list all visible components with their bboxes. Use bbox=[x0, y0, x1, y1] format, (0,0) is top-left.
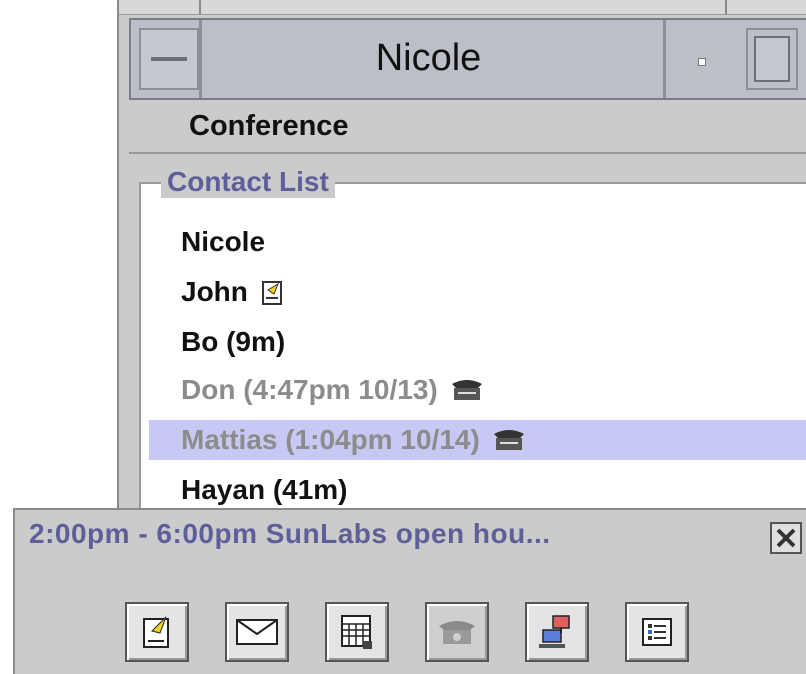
contact-label: Bo (9m) bbox=[181, 326, 286, 357]
maximize-icon bbox=[754, 36, 790, 82]
call-button[interactable] bbox=[425, 602, 489, 662]
details-list-icon bbox=[642, 618, 672, 646]
phone-icon bbox=[492, 426, 524, 454]
window-title: Nicole bbox=[375, 37, 482, 79]
minimize-bar-icon bbox=[151, 57, 187, 61]
contact-item-mattias[interactable]: Mattias (1:04pm 10/14) bbox=[149, 420, 806, 460]
share-desktop-button[interactable] bbox=[525, 602, 589, 662]
contact-list-legend: Contact List bbox=[161, 166, 335, 198]
menu-bar: Conference bbox=[129, 100, 806, 154]
contact-list-panel: Contact List Nicole John Bo (9m) Don (4:… bbox=[139, 166, 806, 516]
close-button[interactable] bbox=[770, 522, 802, 554]
minimize-button[interactable] bbox=[672, 28, 728, 86]
note-icon bbox=[260, 278, 288, 306]
im-window: Nicole Conference Contact List Nicole Jo… bbox=[117, 0, 806, 520]
phone-icon bbox=[439, 621, 475, 644]
notification-bar: 2:00pm - 6:00pm SunLabs open hou... bbox=[13, 508, 806, 674]
minimize-icon bbox=[698, 58, 706, 66]
maximize-button[interactable] bbox=[746, 28, 798, 90]
contact-item-don[interactable]: Don (4:47pm 10/13) bbox=[181, 370, 482, 410]
phone-icon bbox=[450, 376, 482, 404]
menu-conference[interactable]: Conference bbox=[189, 110, 349, 143]
calendar-icon bbox=[341, 615, 372, 649]
contact-label: Hayan (41m) bbox=[181, 474, 348, 505]
contact-item-john[interactable]: John bbox=[181, 272, 288, 312]
contact-label: Don (4:47pm 10/13) bbox=[181, 374, 438, 405]
send-email-button[interactable] bbox=[225, 602, 289, 662]
contact-item-nicole[interactable]: Nicole bbox=[181, 222, 265, 262]
mail-icon bbox=[236, 619, 278, 645]
notification-text[interactable]: 2:00pm - 6:00pm SunLabs open hou... bbox=[29, 518, 551, 550]
contact-item-hayan[interactable]: Hayan (41m) bbox=[181, 470, 348, 510]
calendar-button[interactable] bbox=[325, 602, 389, 662]
contact-label: John bbox=[181, 276, 248, 307]
send-message-button[interactable] bbox=[125, 602, 189, 662]
details-button[interactable] bbox=[625, 602, 689, 662]
window-menu-button[interactable] bbox=[139, 28, 199, 90]
window-top-strip bbox=[119, 0, 806, 15]
contact-label: Nicole bbox=[181, 226, 266, 257]
contact-item-bo[interactable]: Bo (9m) bbox=[181, 322, 285, 362]
share-screen-icon bbox=[539, 615, 570, 648]
contact-label: Mattias (1:04pm 10/14) bbox=[181, 424, 480, 455]
close-icon bbox=[776, 528, 796, 548]
title-bar[interactable]: Nicole bbox=[129, 18, 806, 100]
compose-note-icon bbox=[143, 616, 169, 648]
